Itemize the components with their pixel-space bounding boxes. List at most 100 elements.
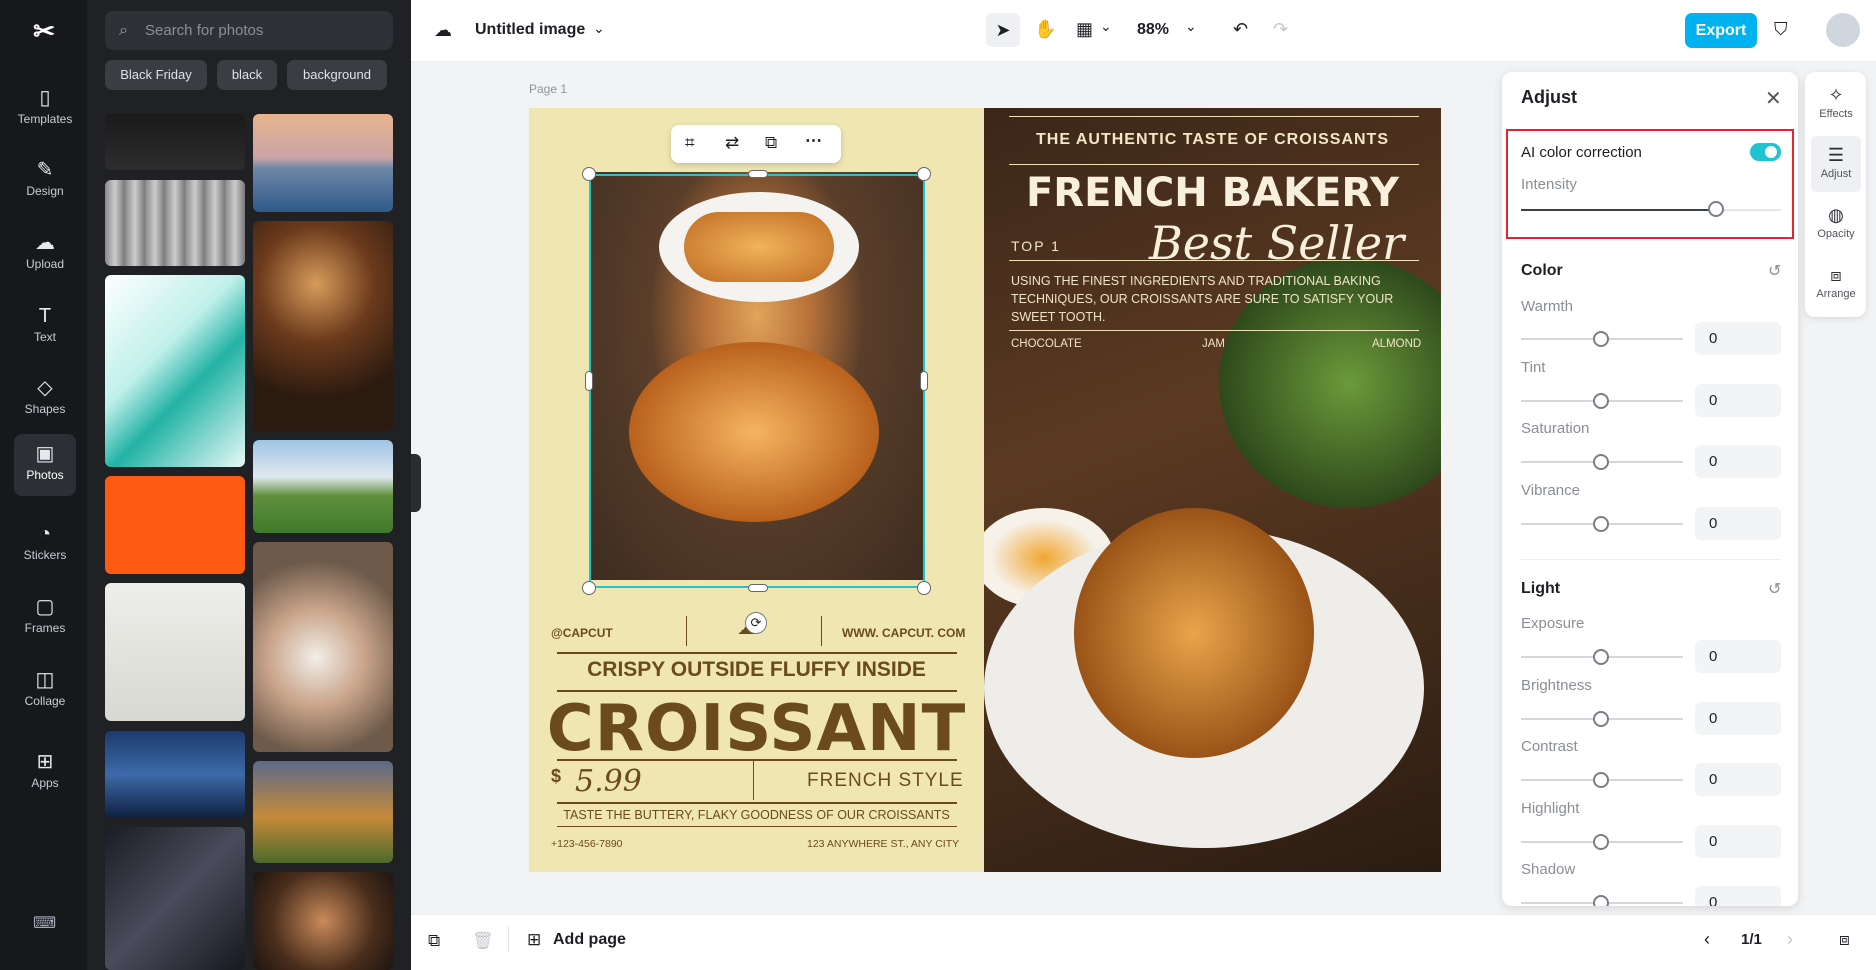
crop-icon[interactable]: ⌗: [685, 133, 695, 153]
panel-collapse-handle[interactable]: [411, 454, 421, 512]
capcut-logo-icon[interactable]: ✂: [27, 16, 61, 46]
resize-handle[interactable]: [917, 167, 931, 181]
tint-value-input[interactable]: 0: [1695, 384, 1781, 417]
bakery-photo[interactable]: THE AUTHENTIC TASTE OF CROISSANTS FRENCH…: [984, 108, 1441, 872]
vibrance-value-input[interactable]: 0: [1695, 507, 1781, 540]
contrast-slider-knob[interactable]: [1593, 772, 1609, 788]
nav-collage[interactable]: ◫ Collage: [14, 660, 76, 720]
vibrance-slider-knob[interactable]: [1593, 516, 1609, 532]
select-tool-icon[interactable]: ➤: [986, 13, 1020, 47]
photo-thumbnail[interactable]: [253, 440, 393, 533]
photo-thumbnail[interactable]: [253, 761, 393, 863]
chip-black[interactable]: black: [217, 60, 277, 90]
brightness-value-input[interactable]: 0: [1695, 702, 1781, 735]
replace-icon[interactable]: ⇄: [725, 133, 739, 153]
resize-handle[interactable]: [748, 584, 768, 592]
adjust-title: Adjust: [1521, 87, 1577, 107]
add-page-icon[interactable]: ⊞: [527, 930, 541, 950]
hand-tool-icon[interactable]: ✋: [1034, 19, 1056, 40]
resize-handle[interactable]: [920, 371, 928, 391]
tab-arrange[interactable]: ⧈ Arrange: [1811, 256, 1861, 312]
photo-thumbnail[interactable]: [253, 114, 393, 212]
cloud-save-icon[interactable]: ☁: [434, 20, 452, 41]
photo-thumbnail[interactable]: [253, 542, 393, 752]
photo-thumbnail[interactable]: [105, 275, 245, 467]
ai-color-correction-toggle[interactable]: [1750, 143, 1781, 161]
title-chevron-down-icon[interactable]: ⌄: [593, 20, 605, 37]
reset-light-icon[interactable]: ↺: [1768, 579, 1781, 599]
warmth-value-input[interactable]: 0: [1695, 322, 1781, 355]
saturation-slider-knob[interactable]: [1593, 454, 1609, 470]
add-page-button[interactable]: Add page: [553, 931, 626, 949]
document-title[interactable]: Untitled image: [475, 21, 585, 39]
resize-handle[interactable]: [748, 170, 768, 178]
tint-slider-knob[interactable]: [1593, 393, 1609, 409]
search-input[interactable]: ⌕ Search for photos: [105, 11, 393, 50]
nav-design[interactable]: ✎ Design: [14, 150, 76, 210]
nav-upload[interactable]: ☁ Upload: [14, 223, 76, 283]
exposure-value-input[interactable]: 0: [1695, 640, 1781, 673]
bottom-bar: [411, 914, 1876, 970]
nav-frames[interactable]: ▢ Frames: [14, 587, 76, 647]
photo-thumbnail[interactable]: [105, 731, 245, 818]
shield-icon[interactable]: ⛉: [1774, 19, 1788, 40]
photo-thumbnail[interactable]: [105, 476, 245, 574]
duplicate-page-icon[interactable]: ⧉: [428, 931, 440, 951]
reset-color-icon[interactable]: ↺: [1768, 261, 1781, 281]
layout-chevron-down-icon[interactable]: ⌄: [1100, 18, 1112, 35]
resize-handle[interactable]: [917, 581, 931, 595]
exposure-slider-knob[interactable]: [1593, 649, 1609, 665]
chip-background[interactable]: background: [287, 60, 387, 90]
redo-icon[interactable]: ↷: [1273, 19, 1288, 40]
exposure-label: Exposure: [1521, 615, 1585, 632]
keyboard-icon[interactable]: ⌨: [33, 913, 56, 935]
zoom-level[interactable]: 88%: [1137, 21, 1169, 39]
highlight-value-input[interactable]: 0: [1695, 825, 1781, 858]
next-page-icon[interactable]: ›: [1787, 929, 1793, 950]
duplicate-icon[interactable]: ⧉: [765, 133, 777, 153]
effects-icon: ✧: [1828, 85, 1844, 105]
photo-thumbnail[interactable]: [253, 872, 393, 970]
tab-adjust[interactable]: ☰ Adjust: [1811, 136, 1861, 192]
warmth-slider-knob[interactable]: [1593, 331, 1609, 347]
more-options-icon[interactable]: ⋯: [805, 131, 822, 151]
contrast-value-input[interactable]: 0: [1695, 763, 1781, 796]
tab-opacity[interactable]: ◍ Opacity: [1811, 196, 1861, 252]
undo-icon[interactable]: ↶: [1233, 19, 1248, 40]
rotate-icon[interactable]: ⟳: [745, 612, 767, 634]
nav-photos[interactable]: ▣ Photos: [14, 434, 76, 496]
toggle-knob: [1765, 146, 1777, 158]
nav-stickers[interactable]: ◔ Stickers: [14, 514, 76, 574]
resize-handle[interactable]: [582, 167, 596, 181]
nav-templates[interactable]: ▯ Templates: [14, 78, 76, 138]
resize-handle[interactable]: [582, 581, 596, 595]
saturation-value-input[interactable]: 0: [1695, 445, 1781, 478]
photo-thumbnail[interactable]: [253, 221, 393, 431]
close-icon[interactable]: ✕: [1765, 86, 1782, 111]
intensity-slider-knob[interactable]: [1708, 201, 1724, 217]
layers-icon[interactable]: ⧈: [1839, 930, 1850, 950]
highlight-slider-knob[interactable]: [1593, 834, 1609, 850]
brightness-slider-knob[interactable]: [1593, 711, 1609, 727]
photo-thumbnail[interactable]: [105, 583, 245, 721]
layout-icon[interactable]: ▦: [1076, 19, 1093, 40]
nav-text[interactable]: T Text: [14, 296, 76, 356]
zoom-chevron-down-icon[interactable]: ⌄: [1185, 18, 1197, 35]
nav-apps[interactable]: ⊞ Apps: [14, 742, 76, 802]
tab-effects[interactable]: ✧ Effects: [1811, 76, 1861, 132]
nav-shapes[interactable]: ◇ Shapes: [14, 368, 76, 428]
delete-page-icon[interactable]: 🗑: [472, 931, 494, 951]
photo-thumbnail[interactable]: [105, 827, 245, 970]
photo-thumbnail[interactable]: [105, 114, 245, 170]
selection-box[interactable]: [589, 174, 925, 588]
avatar[interactable]: [1826, 13, 1860, 47]
shadow-value-input[interactable]: 0: [1695, 886, 1781, 906]
chip-black-friday[interactable]: Black Friday: [105, 60, 207, 90]
export-button[interactable]: Export: [1685, 13, 1757, 48]
shadow-slider-knob[interactable]: [1593, 895, 1609, 906]
intensity-slider[interactable]: [1521, 209, 1781, 211]
photo-thumbnail[interactable]: [105, 180, 245, 266]
prev-page-icon[interactable]: ‹: [1704, 929, 1710, 950]
resize-handle[interactable]: [585, 371, 593, 391]
left-navbar: ✂ ▯ Templates ✎ Design ☁ Upload T Text ◇ Shap…: [0, 0, 87, 970]
